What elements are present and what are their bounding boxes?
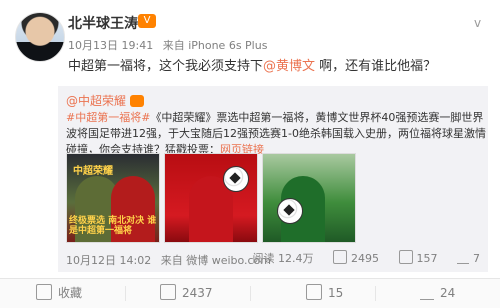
reads-count: 阅读 12.4万 [252, 252, 314, 265]
divider [250, 286, 251, 301]
post-date[interactable]: 10月13日 19:41 [68, 39, 153, 52]
image-row: 中超荣耀 终极票选 南北对决 谁是中超第一福将 [66, 153, 486, 243]
star-icon [36, 284, 52, 300]
bottom-action-bar: 收藏 2437 15 24 [0, 278, 500, 308]
repost-user[interactable]: @中超荣耀 [66, 92, 145, 109]
share-icon [160, 284, 176, 300]
like-icon [457, 251, 469, 264]
like-count: 24 [440, 286, 456, 300]
chevron-down-icon[interactable]: v [474, 16, 484, 30]
collect-button[interactable]: 收藏 [36, 279, 82, 308]
soccer-ball-icon [223, 166, 249, 192]
comment-button[interactable]: 15 [306, 279, 343, 308]
repost-date[interactable]: 10月12日 14:02 [66, 254, 151, 267]
hashtag-link[interactable]: #中超第一福将# [66, 111, 150, 124]
author-name[interactable]: 北半球王涛 [68, 13, 138, 33]
mention-link[interactable]: @黄博文 [263, 59, 315, 74]
divider [125, 286, 126, 301]
like-button[interactable]: 24 [420, 279, 455, 308]
post-meta: 10月13日 19:41 来自 iPhone 6s Plus [68, 37, 273, 53]
soccer-ball-icon [277, 198, 303, 224]
share-count: 2437 [182, 286, 213, 300]
comment-icon [398, 250, 413, 264]
comment-count: 15 [328, 286, 344, 300]
post-text-after: 啊，还有谁比他福？ [315, 59, 437, 74]
post-text-before: 中超第一福将，这个我必须支持下 [68, 59, 264, 74]
repost-text: #中超第一福将#《中超荣耀》票选中超第一福将，黄博文世界杯40强预选赛一脚世界波… [66, 110, 486, 158]
repost-image-3[interactable] [262, 153, 356, 243]
image-title: 中超荣耀 [73, 166, 113, 177]
like-icon [420, 285, 434, 300]
post-text: 中超第一福将，这个我必须支持下@黄博文 啊，还有谁比他福？ [68, 55, 436, 74]
repost-like-button[interactable]: 7 [457, 251, 480, 265]
repost-image-2[interactable] [164, 153, 258, 243]
avatar[interactable] [15, 12, 65, 62]
share-button[interactable]: 2437 [160, 279, 213, 308]
image-caption: 终极票选 南北对决 谁是中超第一福将 [69, 216, 157, 236]
repost-verified-badge-icon [130, 95, 145, 107]
collect-label: 收藏 [58, 286, 83, 300]
repost-share-button[interactable]: 2495 [333, 250, 379, 265]
repost-like-count: 7 [473, 252, 480, 265]
post-source: 来自 iPhone 6s Plus [162, 39, 268, 52]
repost-comment-count: 157 [416, 252, 438, 265]
repost-user-name[interactable]: @中超荣耀 [66, 94, 126, 108]
repost-image-1[interactable]: 中超荣耀 终极票选 南北对决 谁是中超第一福将 [66, 153, 160, 243]
repost-card: @中超荣耀 #中超第一福将#《中超荣耀》票选中超第一福将，黄博文世界杯40强预选… [58, 86, 488, 272]
share-icon [333, 250, 347, 264]
verified-badge-icon: V [138, 14, 156, 28]
repost-share-count: 2495 [351, 252, 379, 265]
repost-actions: 阅读 12.4万 2495 157 7 [237, 250, 480, 266]
comment-icon [306, 284, 322, 300]
divider [375, 286, 376, 301]
repost-comment-button[interactable]: 157 [398, 250, 438, 265]
